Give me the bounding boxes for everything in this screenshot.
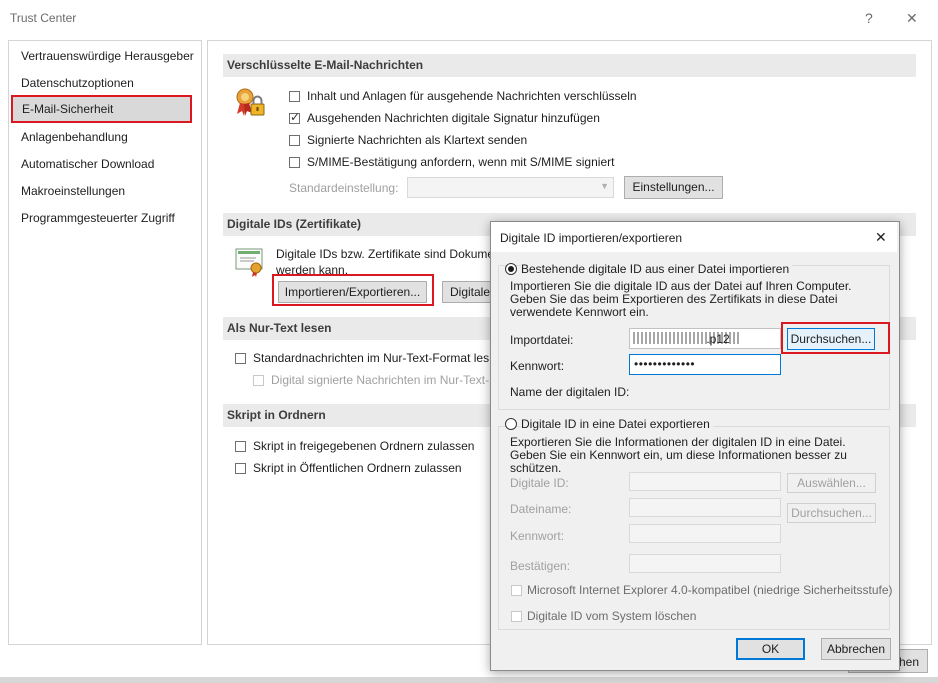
browse-button[interactable]: Durchsuchen...	[787, 328, 875, 350]
select-button[interactable]: Auswählen...	[787, 473, 876, 493]
script-public-checkbox[interactable]	[235, 463, 246, 474]
smime-checkbox[interactable]	[289, 157, 300, 168]
status-strip	[0, 677, 938, 683]
digital-id-input[interactable]	[629, 472, 781, 491]
sidebar-item-programmatic-access[interactable]: Programmgesteuerter Zugriff	[10, 205, 200, 231]
encrypt-label: Inhalt und Anlagen für ausgehende Nachri…	[307, 89, 637, 103]
sidebar-item-trusted-publishers[interactable]: Vertrauenswürdige Herausgeber	[10, 43, 200, 69]
sign-label: Ausgehenden Nachrichten digitale Signatu…	[307, 111, 600, 125]
digital-ids-description-1: Digitale IDs bzw. Zertifikate sind Dokum…	[276, 247, 495, 261]
dialog-titlebar: Digitale ID importieren/exportieren ✕	[491, 222, 897, 252]
sidebar: Vertrauenswürdige Herausgeber Datenschut…	[8, 40, 202, 645]
sign-checkbox[interactable]: ✓	[289, 110, 301, 124]
section-header-encrypted: Verschlüsselte E-Mail-Nachrichten	[223, 54, 916, 77]
import-export-dialog: Digitale ID importieren/exportieren ✕ Be…	[490, 221, 900, 671]
cleartext-label: Signierte Nachrichten als Klartext sende…	[307, 133, 528, 147]
cleartext-checkbox[interactable]	[289, 135, 300, 146]
password2-label: Kennwort:	[510, 529, 565, 543]
confirm-label: Bestätigen:	[510, 559, 571, 573]
settings-button[interactable]: Einstellungen...	[624, 176, 723, 199]
plain-text-label: Standardnachrichten im Nur-Text-Format l…	[253, 351, 490, 365]
default-setting-label: Standardeinstellung:	[289, 181, 399, 195]
dialog-close-icon[interactable]: ✕	[875, 229, 887, 246]
ribbon-lock-icon	[234, 87, 268, 119]
sidebar-item-automatic-download[interactable]: Automatischer Download	[10, 151, 200, 177]
script-shared-checkbox[interactable]	[235, 441, 246, 452]
delete-id-label: Digitale ID vom System löschen	[527, 609, 697, 623]
default-setting-dropdown[interactable]: ▼	[407, 177, 614, 198]
import-radio[interactable]	[505, 263, 517, 275]
id-name-label: Name der digitalen ID:	[510, 385, 630, 399]
browse2-button[interactable]: Durchsuchen...	[787, 503, 876, 523]
import-radio-label: Bestehende digitale ID aus einer Datei i…	[521, 262, 793, 276]
sidebar-item-attachment-handling[interactable]: Anlagenbehandlung	[10, 124, 200, 150]
smime-label: S/MIME-Bestätigung anfordern, wenn mit S…	[307, 155, 615, 169]
import-description: Importieren Sie die digitale ID aus der …	[510, 279, 852, 319]
certificate-icon	[234, 247, 266, 277]
delete-id-checkbox[interactable]	[511, 611, 522, 622]
encrypt-checkbox[interactable]	[289, 91, 300, 102]
signed-plain-text-label: Digital signierte Nachrichten im Nur-Tex…	[271, 373, 490, 387]
script-public-label: Skript in Öffentlichen Ordnern zulassen	[253, 461, 462, 475]
import-file-label: Importdatei:	[510, 333, 574, 347]
window-title: Trust Center	[10, 11, 77, 25]
filename-input[interactable]	[629, 498, 781, 517]
sidebar-item-email-security[interactable]: E-Mail-Sicherheit	[11, 95, 192, 123]
checkmark-icon: ✓	[290, 110, 301, 124]
confirm-input[interactable]	[629, 554, 781, 573]
filename-label: Dateiname:	[510, 502, 572, 516]
ie-compat-checkbox[interactable]	[511, 585, 522, 596]
ie-compat-label: Microsoft Internet Explorer 4.0-kompatib…	[527, 583, 893, 597]
sidebar-item-privacy-options[interactable]: Datenschutzoptionen	[10, 70, 200, 96]
digital-id-label: Digitale ID:	[510, 476, 569, 490]
script-shared-label: Skript in freigegebenen Ordnern zulassen	[253, 439, 475, 453]
export-radio-label: Digitale ID in eine Datei exportieren	[521, 417, 713, 431]
plain-text-checkbox[interactable]	[235, 353, 246, 364]
signed-plain-text-checkbox[interactable]	[253, 375, 264, 386]
cancel-button[interactable]: Abbrechen	[821, 638, 891, 660]
dialog-title: Digitale ID importieren/exportieren	[500, 231, 683, 245]
import-file-input[interactable]: .p12	[629, 328, 781, 349]
password-value: •••••••••••••	[634, 357, 696, 371]
password-input[interactable]: •••••••••••••	[629, 354, 781, 375]
help-icon[interactable]: ?	[865, 11, 873, 25]
close-icon[interactable]: ✕	[906, 11, 918, 25]
ok-button[interactable]: OK	[736, 638, 805, 660]
password-label: Kennwort:	[510, 359, 565, 373]
sidebar-item-macro-settings[interactable]: Makroeinstellungen	[10, 178, 200, 204]
radio-dot-icon	[508, 266, 514, 272]
password2-input[interactable]	[629, 524, 781, 543]
dropdown-arrow-icon: ▼	[600, 181, 609, 191]
export-radio[interactable]	[505, 418, 517, 430]
export-description: Exportieren Sie die Informationen der di…	[510, 435, 847, 475]
import-file-value: .p12	[633, 332, 730, 346]
import-export-button[interactable]: Importieren/Exportieren...	[278, 281, 427, 303]
